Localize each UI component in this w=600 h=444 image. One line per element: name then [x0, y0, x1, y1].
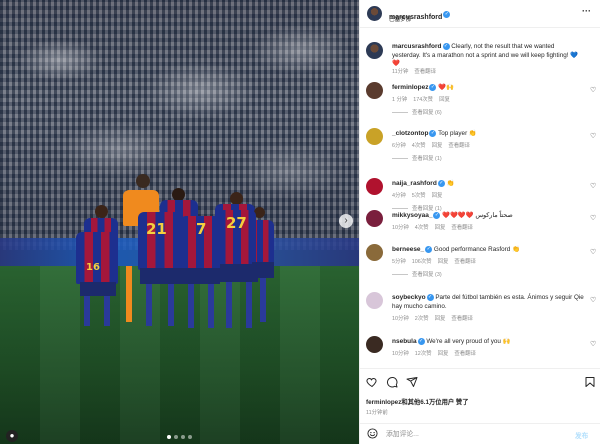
reply-button[interactable]: 回复 [438, 259, 449, 265]
comment-like-count[interactable]: 5次赞 [412, 193, 426, 199]
likes-summary[interactable]: ferminlopez和其他6.1万位用户 赞了 [366, 397, 469, 406]
comment-input[interactable] [386, 428, 546, 440]
verified-icon: ✓ [433, 212, 441, 219]
verified-icon: ✓ [437, 180, 445, 187]
comment-composer: 发布 [360, 423, 600, 444]
comment-time: 10分钟 [392, 351, 409, 357]
post-panel: marcusrashford ✓ 巴塞罗那 ··· marcusrashford ✓… [359, 0, 600, 444]
verified-icon: ✓ [429, 130, 437, 137]
emoji-icon[interactable] [367, 428, 378, 439]
comment-text: Top player 👏 [438, 130, 477, 138]
author-avatar[interactable] [367, 6, 382, 21]
view-replies-link[interactable]: 查看回复 (3) [392, 270, 442, 278]
comment-time: 5分钟 [392, 259, 406, 265]
commenter-username[interactable]: mikkysoyaa_ [392, 212, 432, 219]
comment-time: 6分钟 [392, 143, 406, 149]
comment-text: We're all very proud of you 🙌 [426, 338, 511, 346]
see-translation-link[interactable]: 查看翻译 [454, 351, 476, 357]
comment-like-icon[interactable]: ♡ [590, 215, 597, 222]
commenter-avatar[interactable] [366, 244, 383, 261]
comment-text: ❤️❤️❤️❤️ صحتاً ماركوس [442, 212, 513, 220]
view-replies-link[interactable]: 查看回复 (6) [392, 108, 442, 116]
comment-time: 1 分钟 [392, 97, 408, 103]
next-photo-button[interactable]: › [339, 214, 353, 228]
reply-button[interactable]: 回复 [432, 193, 443, 199]
post-timestamp: 11分钟前 [366, 410, 388, 416]
commenter-username[interactable]: berneese_ [392, 246, 424, 253]
reply-button[interactable]: 回复 [438, 351, 449, 357]
user-tag-icon[interactable]: ● [6, 430, 18, 442]
comment-text: 👏 [446, 180, 455, 188]
comment-like-count[interactable]: 2次赞 [415, 316, 429, 322]
verified-icon: ✓ [429, 84, 437, 91]
view-replies-label: 查看回复 (1) [412, 156, 442, 162]
commenter-avatar[interactable] [366, 178, 383, 195]
commenter-avatar[interactable] [366, 292, 383, 309]
caption-time: 11分钟 [392, 69, 409, 75]
post-comment-button[interactable]: 发布 [575, 430, 588, 440]
see-translation-link[interactable]: 查看翻译 [448, 143, 470, 149]
comment-like-count[interactable]: 12次赞 [415, 351, 432, 357]
view-replies-link[interactable]: 查看回复 (1) [392, 204, 442, 212]
commenter-username[interactable]: naija_rashford [392, 180, 437, 187]
post-location[interactable]: 巴塞罗那 [389, 15, 411, 23]
commenter-avatar[interactable] [366, 82, 383, 99]
action-bar: ferminlopez和其他6.1万位用户 赞了 11分钟前 [360, 368, 600, 418]
commenter-avatar[interactable] [366, 128, 383, 145]
comment-like-count[interactable]: 4次赞 [412, 143, 426, 149]
caption-username[interactable]: marcusrashford [392, 43, 442, 50]
comment-like-icon[interactable]: ♡ [590, 297, 597, 304]
commenter-username[interactable]: soybeckyo [392, 294, 426, 301]
verified-icon: ✓ [425, 246, 433, 253]
post-header: marcusrashford ✓ 巴塞罗那 ··· [360, 0, 600, 28]
caption-avatar[interactable] [366, 42, 383, 59]
comment-text: ❤️🙌 [438, 84, 454, 92]
see-translation-link[interactable]: 查看翻译 [454, 259, 476, 265]
verified-icon: ✓ [443, 11, 451, 19]
verified-icon: ✓ [442, 43, 450, 50]
reply-button[interactable]: 回复 [432, 143, 443, 149]
reply-button[interactable]: 回复 [439, 97, 450, 103]
commenter-username[interactable]: nsebula [392, 338, 417, 345]
see-translation-link[interactable]: 查看翻译 [451, 316, 473, 322]
comment-like-icon[interactable]: ♡ [590, 133, 597, 140]
see-translation-link[interactable]: 查看翻译 [451, 225, 473, 231]
comment-like-icon[interactable]: ♡ [590, 341, 597, 348]
commenter-avatar[interactable] [366, 336, 383, 353]
commenter-username[interactable]: _clotzontop [392, 130, 428, 137]
verified-icon: ✓ [417, 338, 425, 345]
comment-icon[interactable] [386, 376, 398, 388]
comment-like-count[interactable]: 174次赞 [413, 97, 433, 103]
reply-button[interactable]: 回复 [435, 225, 446, 231]
see-translation-link[interactable]: 查看翻译 [414, 69, 436, 75]
commenter-avatar[interactable] [366, 210, 383, 227]
comment-time: 4分钟 [392, 193, 406, 199]
pitch [0, 266, 359, 444]
comment-time: 10分钟 [392, 225, 409, 231]
view-replies-label: 查看回复 (6) [412, 110, 442, 116]
view-replies-label: 查看回复 (3) [412, 272, 442, 278]
more-icon[interactable]: ··· [582, 6, 591, 16]
heart-icon[interactable] [366, 376, 378, 388]
carousel-dots [0, 435, 359, 439]
verified-icon: ✓ [426, 294, 434, 301]
comment-like-count[interactable]: 4次赞 [415, 225, 429, 231]
view-replies-link[interactable]: 查看回复 (1) [392, 154, 442, 162]
share-icon[interactable] [406, 376, 418, 388]
post-photo[interactable]: 16 21 7 27 › ● [0, 0, 359, 444]
bookmark-icon[interactable] [584, 376, 596, 388]
comment-like-count[interactable]: 106次赞 [412, 259, 432, 265]
comment-like-icon[interactable]: ♡ [590, 87, 597, 94]
comment-like-icon[interactable]: ♡ [590, 183, 597, 190]
comment-time: 10分钟 [392, 316, 409, 322]
comment-like-icon[interactable]: ♡ [590, 249, 597, 256]
comment-text: Good performance Rasford 👏 [433, 246, 520, 254]
commenter-username[interactable]: ferminlopez [392, 84, 428, 91]
reply-button[interactable]: 回复 [435, 316, 446, 322]
